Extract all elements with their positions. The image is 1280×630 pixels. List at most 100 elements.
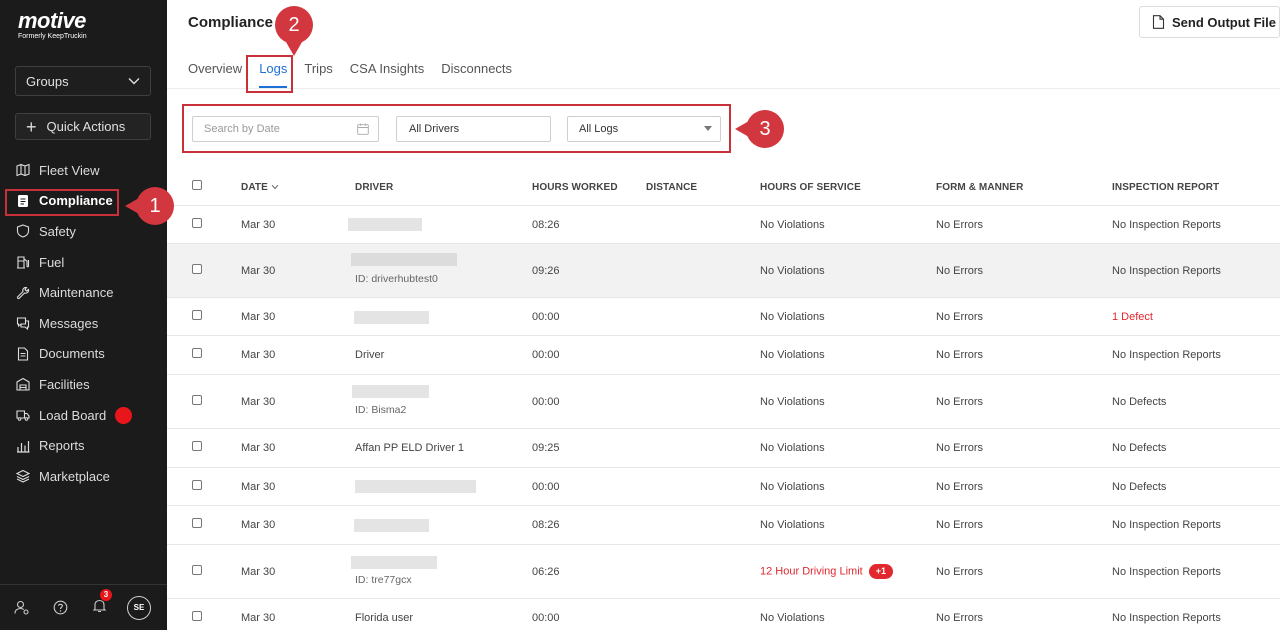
plus-icon: + — [26, 116, 37, 137]
table-row[interactable]: Mar 30 ID: tre77gcx 06:26 12 Hour Drivin… — [167, 545, 1280, 599]
row-form-manner: No Errors — [936, 519, 984, 531]
row-hours-worked: 09:26 — [532, 265, 560, 277]
form-manner-column-header: FORM & MANNER — [936, 182, 1024, 193]
row-hours-worked: 09:25 — [532, 442, 560, 454]
bar-chart-icon — [17, 440, 30, 453]
row-hours-worked: 00:00 — [532, 481, 560, 493]
sidebar-item-load-board[interactable]: Load Board — [0, 400, 167, 431]
inspection-report-column-header: INSPECTION REPORT — [1112, 182, 1220, 193]
redacted-driver-name — [355, 480, 476, 493]
row-date: Mar 30 — [241, 396, 276, 408]
help-icon[interactable] — [53, 600, 68, 615]
sidebar-item-marketplace[interactable]: Marketplace — [0, 461, 167, 492]
row-date: Mar 30 — [241, 612, 276, 624]
notifications-button[interactable]: 3 — [92, 588, 112, 618]
building-icon — [16, 378, 30, 392]
row-hos-violation[interactable]: 12 Hour Driving Limit +1 — [760, 564, 893, 579]
annotation-marker-3: 3 — [735, 110, 784, 148]
row-checkbox[interactable] — [192, 518, 202, 528]
row-checkbox[interactable] — [192, 395, 202, 405]
sidebar-item-label: Marketplace — [39, 468, 110, 484]
sidebar-item-documents[interactable]: Documents — [0, 339, 167, 370]
redacted-driver-name — [351, 253, 457, 266]
user-settings-icon[interactable] — [14, 600, 29, 615]
avatar[interactable]: SE — [127, 595, 151, 620]
table-row[interactable]: Mar 30 Florida user 00:00 No Violations … — [167, 599, 1280, 630]
tab-overview[interactable]: Overview — [188, 60, 242, 88]
table-row[interactable]: Mar 30 08:26 No Violations No Errors No … — [167, 206, 1280, 244]
sidebar-item-maintenance[interactable]: Maintenance — [0, 277, 167, 308]
row-hours-of-service: No Violations — [760, 311, 825, 323]
notification-count-badge: 3 — [100, 588, 112, 601]
row-checkbox[interactable] — [192, 310, 202, 320]
redacted-driver-name — [354, 519, 429, 532]
row-date: Mar 30 — [241, 566, 276, 578]
row-checkbox[interactable] — [192, 264, 202, 274]
quick-actions-label: Quick Actions — [46, 119, 126, 134]
row-form-manner: No Errors — [936, 311, 984, 323]
tab-trips[interactable]: Trips — [304, 60, 332, 88]
chevron-down-icon — [128, 78, 140, 85]
row-inspection-report: No Inspection Reports — [1112, 612, 1221, 624]
tab-csa-insights[interactable]: CSA Insights — [350, 60, 424, 88]
sidebar-item-label: Fuel — [39, 254, 65, 270]
row-checkbox[interactable] — [192, 218, 202, 228]
row-date: Mar 30 — [241, 311, 276, 323]
sidebar-item-facilities[interactable]: Facilities — [0, 369, 167, 400]
table-row[interactable]: Mar 30 08:26 No Violations No Errors No … — [167, 506, 1280, 545]
motive-logo[interactable]: motive Formerly KeepTruckin — [18, 8, 87, 41]
sidebar-item-fuel[interactable]: Fuel — [0, 247, 167, 278]
sidebar-item-label: Safety — [39, 223, 76, 239]
row-driver-name[interactable]: Affan PP ELD Driver 1 — [355, 442, 464, 454]
brand-name: motive — [18, 8, 86, 33]
row-driver-name[interactable]: Driver — [355, 349, 384, 361]
table-row[interactable]: Mar 30 ID: driverhubtest0 09:26 No Viola… — [167, 244, 1280, 298]
row-inspection-report: No Inspection Reports — [1112, 349, 1221, 361]
sidebar-footer: 3 SE — [0, 584, 167, 630]
more-violations-badge[interactable]: +1 — [868, 564, 893, 579]
sort-chevron-icon — [271, 184, 279, 190]
row-driver-name[interactable]: Florida user — [355, 612, 413, 624]
sidebar-item-label: Facilities — [39, 376, 90, 392]
groups-dropdown[interactable]: Groups — [15, 66, 151, 96]
driver-column-header: DRIVER — [355, 182, 394, 193]
select-all-checkbox[interactable] — [192, 180, 202, 190]
row-hours-of-service: No Violations — [760, 219, 825, 231]
quick-actions-button[interactable]: + Quick Actions — [15, 113, 151, 140]
row-checkbox[interactable] — [192, 441, 202, 451]
row-inspection-defect-link[interactable]: 1 Defect — [1112, 311, 1153, 323]
row-inspection-report: No Defects — [1112, 396, 1167, 408]
row-inspection-report: No Inspection Reports — [1112, 519, 1221, 531]
row-form-manner: No Errors — [936, 349, 984, 361]
table-row[interactable]: Mar 30 Driver 00:00 No Violations No Err… — [167, 336, 1280, 375]
sidebar-item-messages[interactable]: Messages — [0, 308, 167, 339]
row-form-manner: No Errors — [936, 265, 984, 277]
send-output-file-button[interactable]: Send Output File — [1139, 6, 1280, 38]
row-checkbox[interactable] — [192, 565, 202, 575]
table-row[interactable]: Mar 30 00:00 No Violations No Errors No … — [167, 468, 1280, 506]
table-row[interactable]: Mar 30 Affan PP ELD Driver 1 09:25 No Vi… — [167, 429, 1280, 468]
layers-icon — [16, 470, 30, 483]
date-column-header[interactable]: DATE — [241, 182, 279, 193]
row-checkbox[interactable] — [192, 611, 202, 621]
hours-of-service-column-header: HOURS OF SERVICE — [760, 182, 861, 193]
row-date: Mar 30 — [241, 265, 276, 277]
sidebar-item-safety[interactable]: Safety — [0, 216, 167, 247]
table-header: DATE DRIVER HOURS WORKED DISTANCE HOURS … — [167, 168, 1280, 206]
row-checkbox[interactable] — [192, 480, 202, 490]
table-row[interactable]: Mar 30 ID: Bisma2 00:00 No Violations No… — [167, 375, 1280, 429]
table-row[interactable]: Mar 30 00:00 No Violations No Errors 1 D… — [167, 298, 1280, 336]
row-inspection-report: No Inspection Reports — [1112, 219, 1221, 231]
annotation-box-filters — [182, 104, 731, 153]
sidebar-item-reports[interactable]: Reports — [0, 430, 167, 461]
tab-disconnects[interactable]: Disconnects — [441, 60, 512, 88]
sidebar-item-fleet-view[interactable]: Fleet View — [0, 155, 167, 186]
row-hours-worked: 00:00 — [532, 396, 560, 408]
row-hours-of-service: No Violations — [760, 481, 825, 493]
sidebar-item-label: Documents — [39, 346, 105, 362]
wrench-icon — [16, 286, 30, 299]
row-hours-worked: 00:00 — [532, 612, 560, 624]
row-hours-of-service: No Violations — [760, 442, 825, 454]
row-inspection-report: No Defects — [1112, 481, 1167, 493]
row-checkbox[interactable] — [192, 348, 202, 358]
